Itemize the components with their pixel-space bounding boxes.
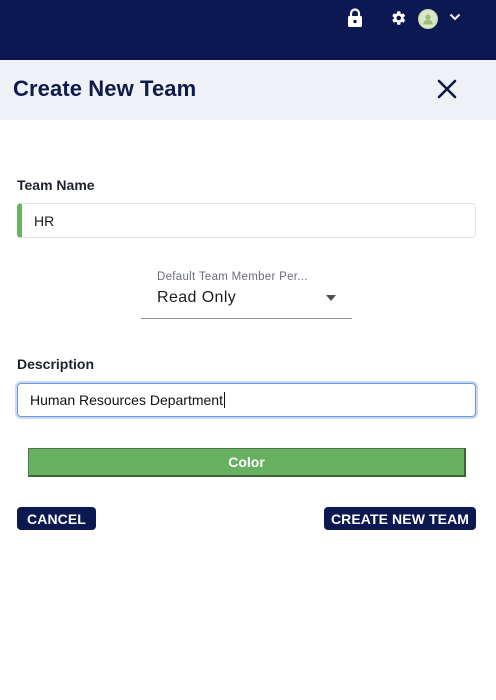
team-name-input[interactable]: HR [17,203,476,238]
description-label: Description [17,356,95,372]
team-name-value: HR [34,212,55,229]
chevron-down-icon[interactable] [447,9,463,25]
color-button[interactable]: Color [28,448,466,477]
default-permission-label: Default Team Member Per... [157,271,308,283]
cancel-button[interactable]: CANCEL [17,507,96,530]
lock-icon[interactable] [345,8,365,28]
gear-icon[interactable] [388,8,408,28]
create-new-team-button[interactable]: CREATE NEW TEAM [324,507,476,530]
color-button-label: Color [228,454,265,470]
close-icon[interactable] [435,77,459,101]
default-permission-value: Read Only [157,289,237,306]
modal-title: Create New Team [13,76,197,101]
dropdown-arrow-icon [326,288,336,301]
description-value: Human Resources Department [30,392,223,408]
create-new-team-label: CREATE NEW TEAM [330,510,470,527]
avatar[interactable] [418,9,438,29]
top-navigation-bar [0,0,496,60]
default-permission-select[interactable]: Default Team Member Per... Read Only [141,266,352,319]
description-input[interactable]: Human Resources Department [17,383,476,417]
text-cursor [223,392,225,408]
team-name-label: Team Name [17,177,95,193]
cancel-button-label: CANCEL [27,510,86,527]
